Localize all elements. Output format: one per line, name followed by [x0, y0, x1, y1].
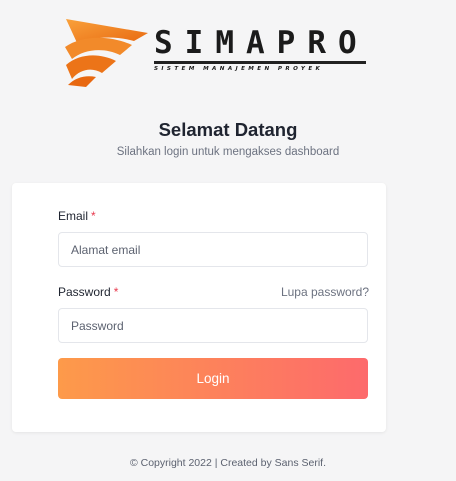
password-label: Password *	[58, 286, 118, 298]
email-label-text: Email	[58, 209, 89, 223]
simapro-logo: SIMAPRO SISTEM MANAJEMEN PROYEK	[62, 15, 392, 89]
logo-wordmark: SIMAPRO	[154, 25, 369, 61]
login-card: Email* Password* Lupa password? Login	[12, 183, 386, 432]
logo-underline	[154, 61, 366, 64]
login-page: SIMAPRO SISTEM MANAJEMEN PROYEK Selamat …	[0, 0, 456, 481]
email-field[interactable]	[58, 232, 368, 267]
email-required-mark: *	[91, 209, 96, 223]
email-label: Email *	[58, 210, 96, 222]
simapro-logo-icon	[65, 19, 148, 87]
footer-copyright: © Copyright 2022 | Created by Sans Serif…	[129, 457, 327, 469]
page-title: Selamat Datang	[158, 119, 298, 140]
login-button[interactable]: Login	[58, 358, 368, 399]
logo-tagline: SISTEM MANAJEMEN PROYEK	[154, 66, 324, 72]
password-field[interactable]	[58, 308, 368, 343]
password-label-text: Password	[58, 285, 111, 299]
forgot-password-link[interactable]: Lupa password?	[281, 286, 369, 298]
password-required-mark: *	[113, 285, 119, 299]
page-subtitle: Silahkan login untuk mengakses dashboard	[116, 146, 340, 158]
